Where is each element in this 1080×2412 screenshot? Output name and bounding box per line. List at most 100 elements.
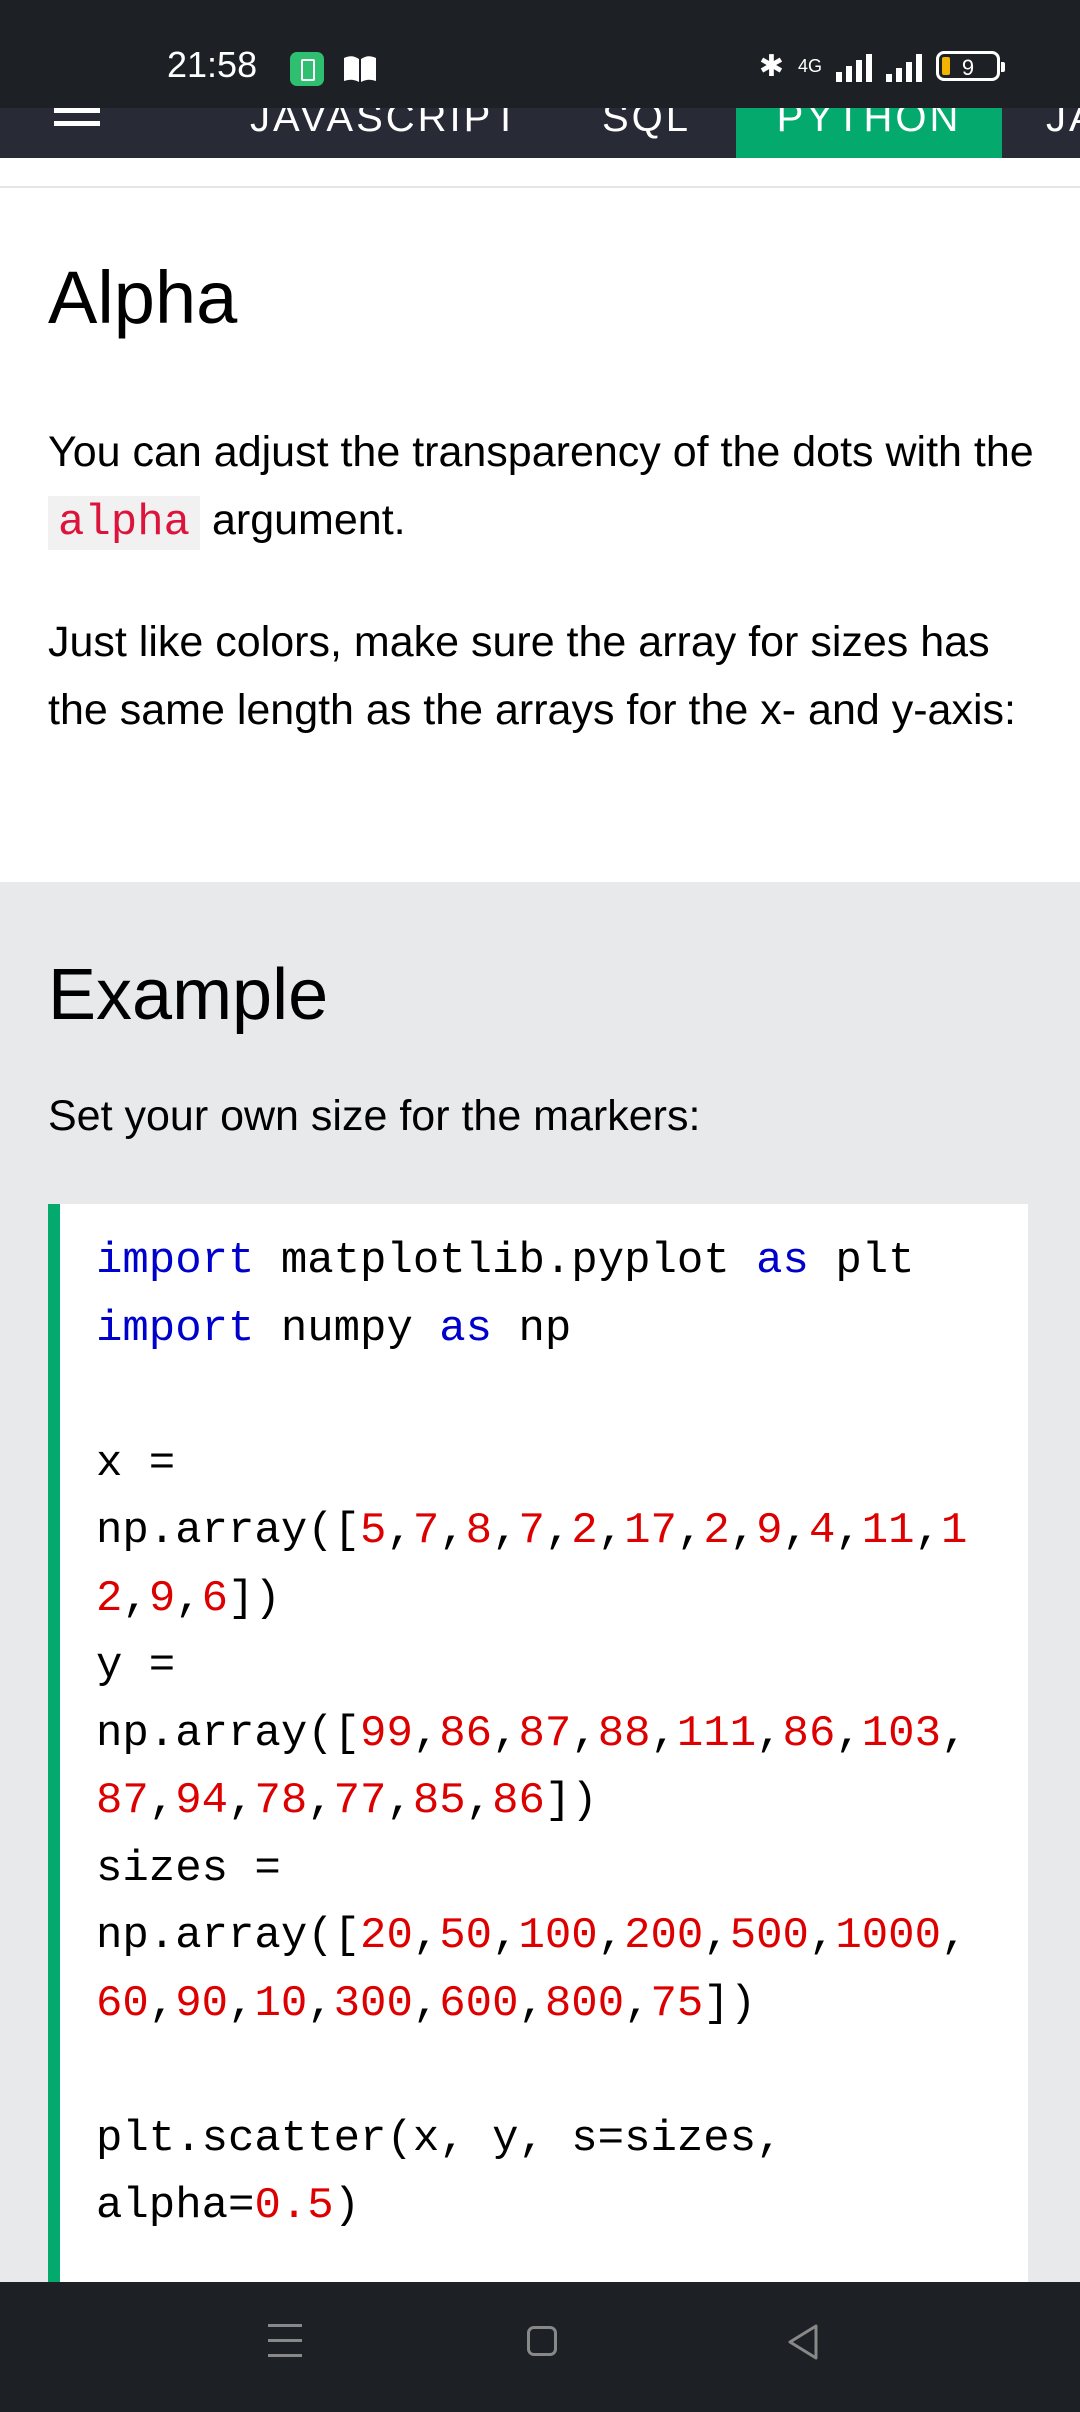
battery-level: 9 bbox=[961, 55, 975, 80]
example-section: Example Set your own size for the marker… bbox=[0, 882, 1080, 2284]
code-number: 111 bbox=[676, 1708, 757, 1759]
code-number: 87 bbox=[518, 1708, 572, 1759]
code-number: 78 bbox=[254, 1776, 308, 1826]
code-number: 2 bbox=[571, 1506, 598, 1556]
code-number: 90 bbox=[175, 1978, 229, 2029]
code-number: 2 bbox=[96, 1573, 123, 1624]
code-values: 2,9,6 bbox=[96, 1573, 229, 1624]
code-values: 99,86,87,88,111,86,103, bbox=[360, 1708, 968, 1759]
divider bbox=[0, 186, 1080, 188]
code-number: 1 bbox=[940, 1506, 968, 1556]
top-navigation: JAVASCRIPT SQL PYTHON JA bbox=[0, 108, 1080, 158]
code-number: 86 bbox=[492, 1776, 545, 1826]
code-number: 20 bbox=[360, 1911, 413, 1961]
tab-sql[interactable]: SQL bbox=[602, 108, 691, 158]
status-right: ✱ 4G 9 bbox=[758, 46, 1005, 86]
code-number: 1000 bbox=[835, 1911, 941, 1961]
code-number: 85 bbox=[412, 1776, 466, 1826]
code-number: 200 bbox=[624, 1911, 704, 1961]
code-keyword: as bbox=[439, 1303, 493, 1354]
code-number: 0.5 bbox=[254, 2181, 334, 2231]
code-keyword: as bbox=[756, 1236, 809, 1286]
signal-icon-2 bbox=[886, 50, 922, 82]
tab-javascript[interactable]: JAVASCRIPT bbox=[250, 108, 521, 158]
example-description: Set your own size for the markers: bbox=[48, 1092, 701, 1140]
code-number: 9 bbox=[756, 1506, 783, 1556]
code-number: 88 bbox=[597, 1708, 651, 1759]
code-number: 500 bbox=[729, 1911, 809, 1961]
code-values: 60,90,10,300,600,800,75 bbox=[96, 1978, 704, 2029]
code-number: 87 bbox=[96, 1776, 149, 1826]
code-number: 100 bbox=[518, 1911, 598, 1961]
code-number: 103 bbox=[861, 1708, 941, 1759]
code-number: 86 bbox=[782, 1708, 836, 1759]
paragraph-text-end: argument. bbox=[200, 496, 406, 544]
alpha-paragraph: You can adjust the transparency of the d… bbox=[48, 418, 1048, 557]
code-scatter: plt.scatter(x, y, s=sizes, bbox=[96, 2113, 783, 2164]
code-module: matplotlib.pyplot bbox=[280, 1236, 730, 1286]
battery-icon: 9 bbox=[936, 51, 1005, 81]
code-alias: np bbox=[518, 1303, 572, 1354]
book-icon bbox=[344, 56, 376, 82]
code-module: numpy bbox=[280, 1303, 413, 1354]
code-number: 10 bbox=[254, 1978, 308, 2029]
code-close: ) bbox=[333, 2181, 361, 2231]
inline-code-alpha: alpha bbox=[48, 496, 201, 550]
code-number: 600 bbox=[439, 1978, 519, 2029]
tab-python[interactable]: PYTHON bbox=[736, 108, 1002, 158]
code-block[interactable]: import matplotlib.pyplot as plt import n… bbox=[48, 1204, 1028, 2284]
status-bar: 21:58 ✱ 4G 9 bbox=[0, 0, 1080, 108]
code-assign: y = bbox=[96, 1641, 176, 1691]
signal-icon bbox=[836, 50, 872, 82]
menu-icon[interactable] bbox=[268, 2322, 302, 2360]
code-number: 8 bbox=[465, 1506, 493, 1556]
code-number: 94 bbox=[175, 1776, 229, 1826]
code-values: 87,94,78,77,85,86 bbox=[96, 1776, 545, 1826]
code-number: 11 bbox=[861, 1506, 915, 1556]
code-number: 6 bbox=[201, 1573, 229, 1624]
code-number: 4 bbox=[808, 1506, 836, 1556]
tab-ja[interactable]: JA bbox=[1046, 108, 1080, 158]
code-call: np.array([ bbox=[96, 1911, 361, 1961]
code-number: 77 bbox=[333, 1776, 387, 1826]
code-number: 2 bbox=[703, 1506, 730, 1556]
code-call: np.array([ bbox=[96, 1506, 361, 1556]
code-number: 7 bbox=[412, 1506, 440, 1556]
code-close: ]) bbox=[703, 1978, 757, 2029]
code-number: 60 bbox=[96, 1978, 149, 2029]
code-assign: sizes = bbox=[96, 1843, 281, 1894]
code-text: import matplotlib.pyplot as plt import n… bbox=[96, 1228, 967, 2241]
code-number: 50 bbox=[439, 1911, 493, 1961]
code-number: 300 bbox=[333, 1978, 413, 2029]
paragraph-text: You can adjust the transparency of the d… bbox=[48, 428, 1034, 476]
code-number: 5 bbox=[360, 1506, 387, 1556]
code-number: 9 bbox=[148, 1573, 176, 1624]
bluetooth-icon: ✱ bbox=[758, 49, 784, 83]
code-call: np.array([ bbox=[96, 1708, 361, 1759]
sizes-paragraph: Just like colors, make sure the array fo… bbox=[48, 618, 1016, 734]
code-number: 75 bbox=[650, 1978, 704, 2029]
back-icon[interactable] bbox=[784, 2322, 822, 2362]
status-time: 21:58 bbox=[167, 44, 258, 85]
code-close: ]) bbox=[544, 1776, 598, 1826]
example-title: Example bbox=[48, 955, 329, 1035]
code-number: 99 bbox=[360, 1708, 413, 1759]
code-keyword: import bbox=[96, 1236, 255, 1286]
code-arg: alpha= bbox=[96, 2181, 255, 2231]
network-type: 4G bbox=[797, 55, 822, 76]
section-heading: Alpha bbox=[48, 256, 238, 339]
code-close: ]) bbox=[228, 1573, 281, 1624]
code-number: 800 bbox=[544, 1978, 625, 2029]
home-icon[interactable] bbox=[527, 2326, 557, 2356]
code-number: 86 bbox=[439, 1708, 493, 1759]
battery-saver-icon bbox=[290, 52, 324, 86]
system-nav-bar bbox=[0, 2282, 1080, 2412]
code-assign: x = bbox=[96, 1438, 176, 1489]
code-alias: plt bbox=[835, 1236, 915, 1286]
code-number: 17 bbox=[624, 1506, 677, 1556]
hamburger-icon[interactable] bbox=[54, 108, 100, 148]
code-values: 20,50,100,200,500,1000, bbox=[360, 1911, 968, 1961]
code-keyword: import bbox=[96, 1303, 255, 1354]
code-values: 5,7,8,7,2,17,2,9,4,11,1 bbox=[360, 1506, 968, 1556]
code-number: 7 bbox=[518, 1506, 545, 1556]
